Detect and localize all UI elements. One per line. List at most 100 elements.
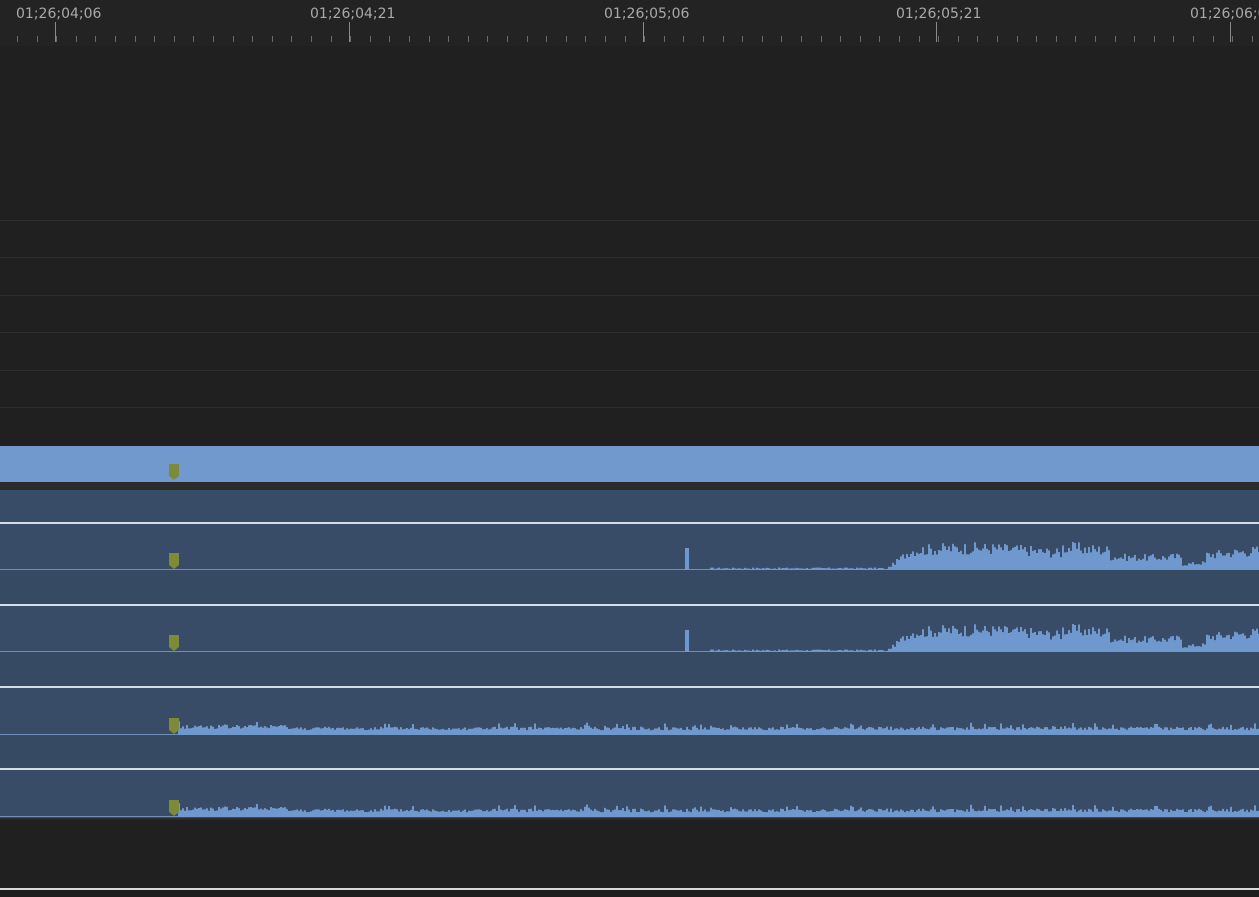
ruler-tick: [821, 36, 822, 42]
ruler-tick: [860, 36, 861, 42]
ruler-tick: [291, 36, 292, 42]
audio-clip-lower: [0, 735, 1259, 768]
audio-clip-3[interactable]: [0, 606, 1259, 686]
ruler-tick: [762, 36, 763, 42]
ruler-tick: [879, 36, 880, 42]
ruler-tick: [801, 36, 802, 42]
waveform-shape: [685, 542, 1259, 570]
ruler-tick: [213, 36, 214, 42]
waveform-shape: [178, 721, 1259, 735]
audio-clip-1[interactable]: [0, 490, 1259, 522]
ruler-major-tick: [936, 22, 937, 42]
timecode-label: 01;26;06;06: [1190, 6, 1259, 22]
ruler-tick: [448, 36, 449, 42]
track-separator: [0, 332, 1259, 333]
ruler-tick: [605, 36, 606, 42]
empty-track-area[interactable]: [0, 820, 1259, 888]
timecode-label: 01;26;05;21: [896, 6, 982, 22]
ruler-tick: [17, 36, 18, 42]
ruler-tick: [95, 36, 96, 42]
ruler-tick: [1193, 36, 1194, 42]
ruler-tick: [958, 36, 959, 42]
ruler-tick: [487, 36, 488, 42]
ruler-tick: [1095, 36, 1096, 42]
ruler-tick: [840, 36, 841, 42]
ruler-tick: [409, 36, 410, 42]
clip-marker-icon[interactable]: [169, 718, 179, 734]
ruler-tick: [742, 36, 743, 42]
ruler-tick: [193, 36, 194, 42]
video-tracks-area[interactable]: [0, 46, 1259, 445]
ruler-tick: [507, 36, 508, 42]
timecode-label: 01;26;05;06: [604, 6, 690, 22]
ruler-tick: [625, 36, 626, 42]
ruler-tick: [389, 36, 390, 42]
ruler-tick: [585, 36, 586, 42]
track-separator: [0, 370, 1259, 371]
ruler-tick: [272, 36, 273, 42]
time-ruler[interactable]: 01;26;04;06 01;26;04;21 01;26;05;06 01;2…: [0, 0, 1259, 47]
track-separator: [0, 220, 1259, 221]
timecode-label: 01;26;04;21: [310, 6, 396, 22]
track-separator: [0, 407, 1259, 408]
track-separator: [0, 295, 1259, 296]
ruler-tick: [174, 36, 175, 42]
audio-clip-5[interactable]: [0, 770, 1259, 818]
ruler-tick: [370, 36, 371, 42]
ruler-tick: [938, 36, 939, 42]
scroll-strip[interactable]: [0, 890, 1259, 897]
ruler-tick: [566, 36, 567, 42]
ruler-tick: [1173, 36, 1174, 42]
ruler-tick: [1213, 36, 1214, 42]
ruler-tick: [56, 36, 57, 42]
ruler-tick: [154, 36, 155, 42]
waveform-shape: [685, 624, 1259, 652]
ruler-tick: [1075, 36, 1076, 42]
ruler-tick: [899, 36, 900, 42]
ruler-tick: [644, 36, 645, 42]
clip-marker-icon[interactable]: [169, 464, 179, 480]
ruler-tick: [546, 36, 547, 42]
audio-clip-4[interactable]: [0, 688, 1259, 768]
ruler-tick: [997, 36, 998, 42]
ruler-tick: [233, 36, 234, 42]
track-gap: [0, 482, 1259, 490]
ruler-tick: [977, 36, 978, 42]
ruler-tick: [1115, 36, 1116, 42]
ruler-tick: [527, 36, 528, 42]
clip-marker-icon[interactable]: [169, 553, 179, 569]
audio-clip-lower: [0, 570, 1259, 604]
ruler-major-tick: [643, 22, 644, 42]
track-separator: [0, 257, 1259, 258]
ruler-tick: [664, 36, 665, 42]
ruler-tick: [429, 36, 430, 42]
ruler-tick: [1252, 36, 1253, 42]
ruler-tick: [919, 36, 920, 42]
clip-marker-icon[interactable]: [169, 800, 179, 816]
ruler-tick: [703, 36, 704, 42]
ruler-tick: [76, 36, 77, 42]
ruler-tick: [37, 36, 38, 42]
ruler-tick: [1056, 36, 1057, 42]
audio-waveform: [685, 624, 1259, 652]
ruler-major-tick: [349, 22, 350, 42]
audio-waveform: [178, 721, 1259, 735]
ruler-tick: [135, 36, 136, 42]
timecode-label: 01;26;04;06: [16, 6, 102, 22]
ruler-tick: [1017, 36, 1018, 42]
ruler-tick: [252, 36, 253, 42]
ruler-tick: [468, 36, 469, 42]
video-clip[interactable]: [0, 446, 1259, 482]
ruler-tick: [311, 36, 312, 42]
audio-clip-lower: [0, 652, 1259, 686]
audio-waveform: [178, 803, 1259, 817]
waveform-shape: [178, 803, 1259, 817]
clip-marker-icon[interactable]: [169, 635, 179, 651]
ruler-tick: [781, 36, 782, 42]
ruler-tick: [1134, 36, 1135, 42]
ruler-tick: [1036, 36, 1037, 42]
ruler-tick: [350, 36, 351, 42]
ruler-tick: [331, 36, 332, 42]
audio-clip-2[interactable]: [0, 524, 1259, 604]
ruler-tick: [1232, 36, 1233, 42]
